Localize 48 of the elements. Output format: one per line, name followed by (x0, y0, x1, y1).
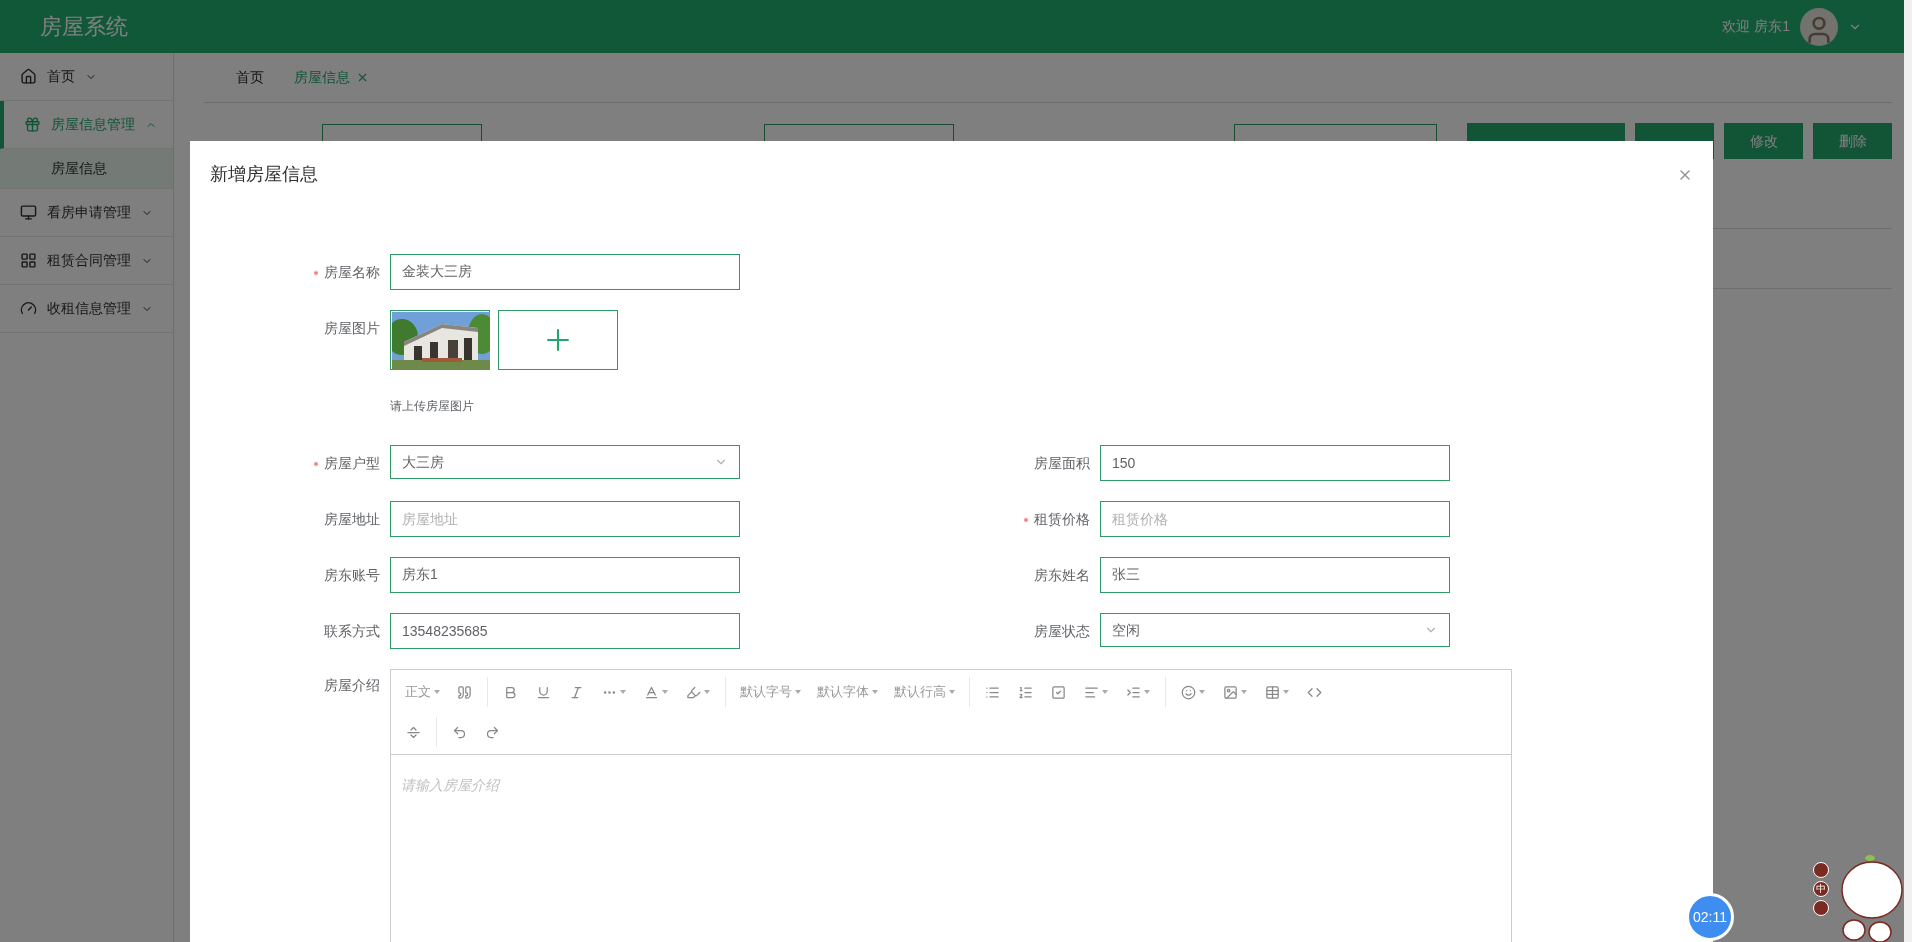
field-label: 房东账号 (324, 566, 380, 585)
app-title: 房屋系统 (40, 13, 128, 41)
submenu-item[interactable]: 房屋信息 (0, 149, 173, 189)
input-field[interactable]: 房屋地址 (390, 501, 740, 537)
menu-icon (24, 116, 41, 133)
sidebar-item[interactable]: 看房申请管理 (0, 189, 173, 237)
field-label: 房屋地址 (324, 510, 380, 529)
page-tab[interactable]: 首页 (236, 67, 264, 88)
field-label: 房屋名称 (324, 263, 380, 282)
toolbar-dropdown[interactable]: 默认字号 (732, 682, 809, 702)
toolbar-dropdown[interactable]: 正文 (397, 682, 448, 702)
action-button[interactable]: 删除 (1813, 123, 1892, 159)
input-field[interactable]: 13548235685 (390, 613, 740, 649)
welcome-text: 欢迎 房东1 (1722, 17, 1790, 36)
close-icon[interactable] (356, 71, 369, 84)
sidebar-item[interactable]: 租赁合同管理 (0, 237, 173, 285)
action-button[interactable]: 修改 (1724, 123, 1803, 159)
input-mode-badge[interactable]: 中 (1813, 881, 1829, 897)
input-field[interactable]: 房东1 (390, 557, 740, 593)
select-field[interactable]: 空闲 (1100, 613, 1450, 647)
field-label: 联系方式 (324, 622, 380, 641)
input-field[interactable]: 张三 (1100, 557, 1450, 593)
field-label: 房屋图片 (324, 319, 380, 338)
toolbar-dropdown[interactable]: 默认行高 (886, 682, 963, 702)
page-tab[interactable]: 房屋信息 (294, 67, 350, 88)
sidebar-item[interactable]: 首页 (0, 53, 173, 101)
add-image-button[interactable] (498, 310, 618, 370)
input-field[interactable]: 租赁价格 (1100, 501, 1450, 537)
scrollbar[interactable] (1904, 0, 1912, 942)
field-label: 房屋介绍 (324, 676, 380, 695)
field-label: 租赁价格 (1034, 510, 1090, 529)
menu-icon (20, 68, 37, 85)
input-field[interactable]: 150 (1100, 445, 1450, 481)
upload-hint: 请上传房屋图片 (390, 398, 475, 415)
menu-icon (20, 252, 37, 269)
avatar-icon[interactable] (1800, 7, 1838, 46)
field-label: 房屋状态 (1034, 622, 1090, 641)
field-label: 房屋户型 (324, 454, 380, 473)
field-label: 房屋面积 (1034, 454, 1090, 473)
sidebar-item[interactable]: 收租信息管理 (0, 285, 173, 333)
menu-icon (20, 204, 37, 221)
timer-badge: 02:11 (1686, 893, 1734, 941)
menu-icon (20, 300, 37, 317)
dialog-title: 新增房屋信息 (210, 163, 318, 186)
toolbar-dropdown[interactable]: 默认字体 (809, 682, 886, 702)
select-field[interactable]: 大三房 (390, 445, 740, 479)
input-field[interactable]: 金装大三房 (390, 254, 740, 290)
field-label: 房东姓名 (1034, 566, 1090, 585)
